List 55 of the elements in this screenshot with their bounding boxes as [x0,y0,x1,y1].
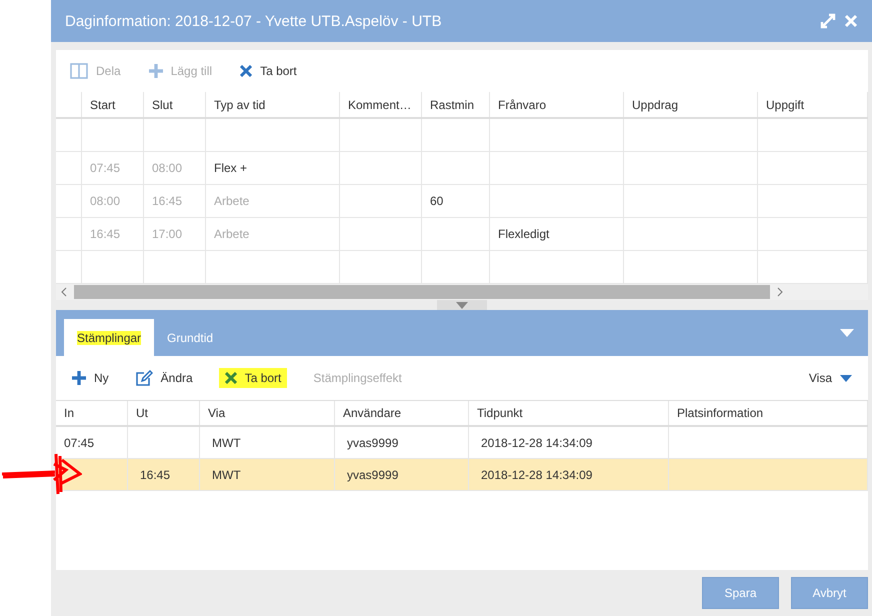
view-menu-button[interactable]: Visa [808,371,852,385]
table-cell: 60 [430,194,444,208]
caret-down-icon [840,374,852,382]
plus-icon [148,64,163,78]
table-cell: Arbete [214,194,250,208]
close-icon[interactable] [844,14,858,28]
table-cell: Arbete [214,227,250,241]
table-cell: 17:00 [152,227,182,241]
toolbar-button[interactable]: Ta bort [218,368,288,388]
table-cell-text: 2018-12-28 14:34:09 [480,468,592,482]
table-cell: 16:45 [152,194,182,208]
column-header[interactable]: Användare [343,406,402,420]
column-header[interactable]: In [64,406,74,420]
toolbar-button[interactable]: Ny [72,371,109,385]
plus-icon [72,371,86,385]
column-header[interactable]: Start [90,98,116,112]
table-cell-text: 16:45 [139,468,170,482]
table-cell: Flexledigt [498,227,550,241]
column-header[interactable]: Tidpunkt [477,406,523,420]
close-icon [224,372,237,384]
chevron-right-icon[interactable] [776,287,784,297]
table-cell: Flex + [214,161,248,175]
column-header[interactable]: Platsinformation [677,406,764,420]
table-cell-text: yvas9999 [346,436,398,450]
close-icon [240,65,252,77]
splitter-handle[interactable] [436,300,486,310]
table-row[interactable]: 16:45 MWT yvas9999 2018-12-28 14:34:09 [56,459,868,491]
table-cell-text: MWT [211,468,241,482]
column-header[interactable]: Uppgift [766,98,804,112]
table-cell: 16:45 [90,227,120,241]
toolbar-button[interactable]: Ta bort [240,64,297,78]
table-cell: 07:45 [64,436,94,450]
table-cell: 08:00 [90,194,120,208]
horizontal-scrollbar[interactable] [56,284,868,300]
column-header[interactable]: Ut [136,406,148,420]
tab[interactable]: Stämplingar [64,319,154,356]
caret-down-icon[interactable] [840,329,854,337]
column-header[interactable]: Slut [152,98,173,112]
column-header[interactable]: Frånvaro [498,98,546,112]
table-cell: 07:45 [90,161,120,175]
pencil-square-icon [134,370,153,386]
table-cell-text: 2018-12-28 14:34:09 [480,436,592,450]
column-header[interactable]: Uppdrag [632,98,678,112]
toolbar-button[interactable]: Ändra [134,370,193,386]
column-header[interactable]: Typ av tid [214,98,266,112]
chevron-left-icon[interactable] [60,287,68,297]
expand-icon[interactable] [820,13,836,29]
table-cell-text: yvas9999 [346,468,398,482]
columns-icon [70,63,88,79]
column-header[interactable]: Komment… [348,98,412,112]
column-header[interactable]: Rastmin [430,98,474,112]
table-cell-text: MWT [211,436,241,450]
window-title: Daginformation: 2018-12-07 - Yvette UTB.Aspelöv - UTB [65,12,442,30]
column-header[interactable]: Via [208,406,226,420]
table-cell: 08:00 [152,161,182,175]
